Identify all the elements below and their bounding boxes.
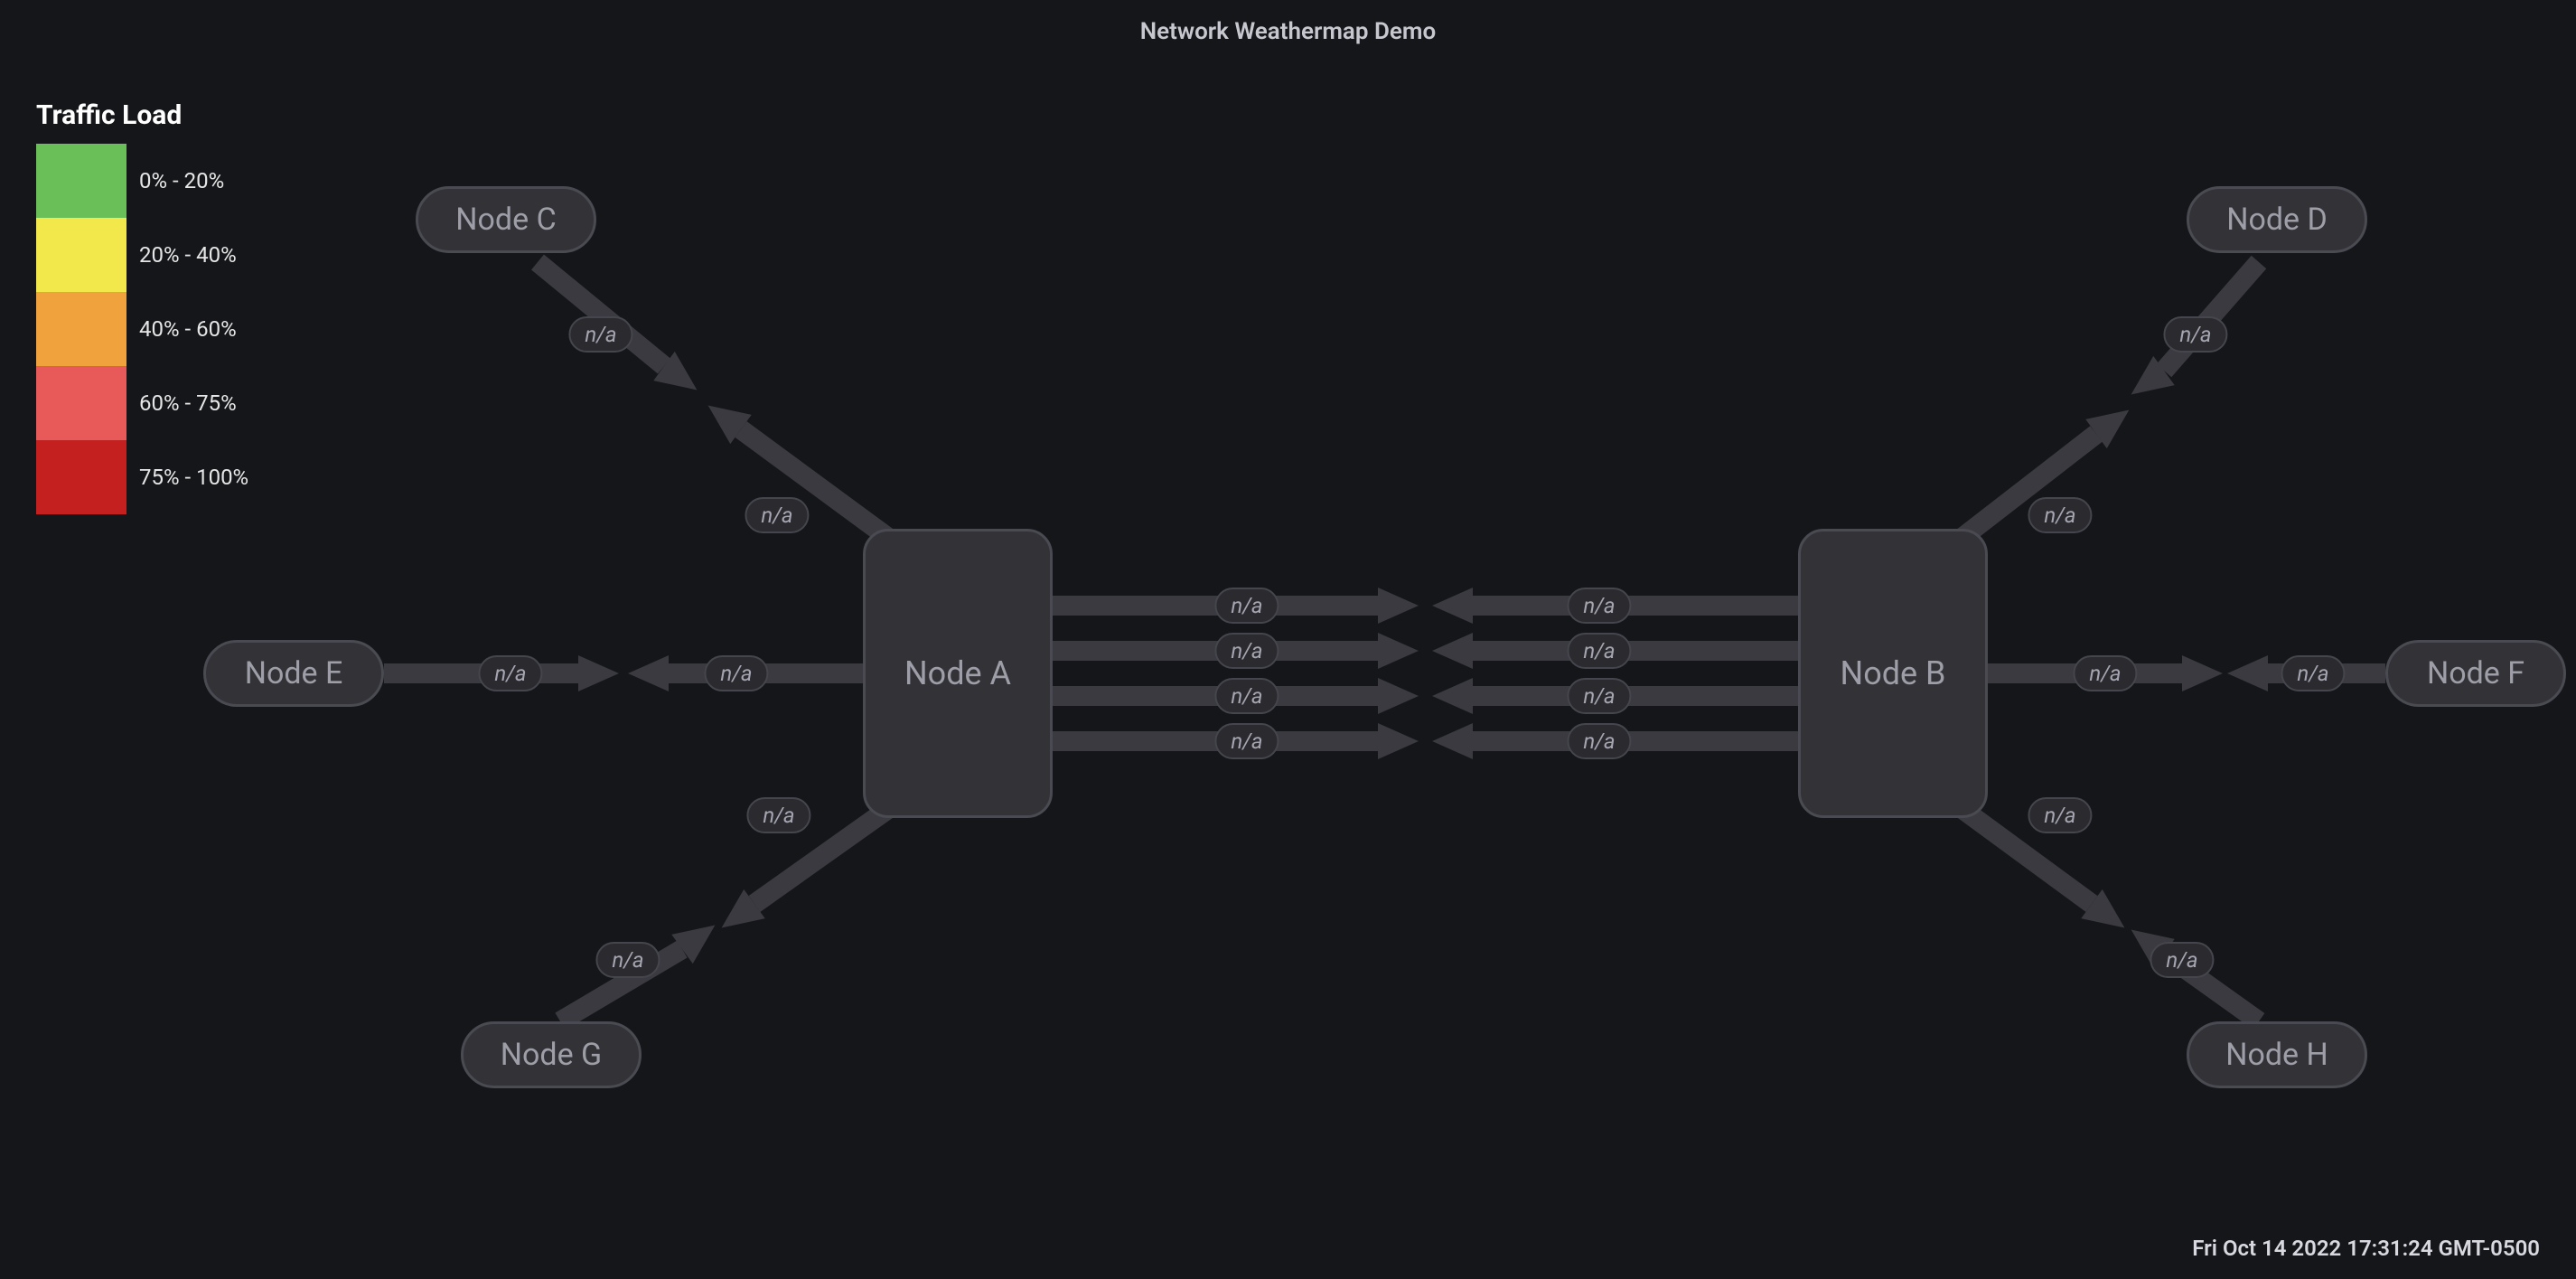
link-a-g[interactable] bbox=[560, 804, 895, 1021]
link-a-g-g-value: n/a bbox=[595, 942, 660, 978]
link-b-h-h-value: n/a bbox=[2150, 942, 2214, 978]
node-b[interactable]: Node B bbox=[1798, 529, 1988, 818]
link-b-h-b-value: n/a bbox=[2028, 797, 2092, 833]
link-a-b-3[interactable] bbox=[1053, 678, 1798, 714]
node-h-label: Node H bbox=[2225, 1037, 2328, 1073]
node-a-label: Node A bbox=[904, 654, 1011, 692]
link-a-e[interactable] bbox=[384, 655, 863, 691]
node-d-label: Node D bbox=[2226, 202, 2328, 238]
node-g[interactable]: Node G bbox=[461, 1021, 642, 1088]
link-b-f-f-value: n/a bbox=[2281, 655, 2345, 691]
link-b-f-b-value: n/a bbox=[2073, 655, 2137, 691]
link-a-b-1[interactable] bbox=[1053, 588, 1798, 624]
node-e[interactable]: Node E bbox=[203, 640, 384, 707]
link-a-e-e-value: n/a bbox=[478, 655, 542, 691]
node-c[interactable]: Node C bbox=[416, 186, 596, 253]
link-a-g-a-value: n/a bbox=[746, 797, 810, 833]
node-d[interactable]: Node D bbox=[2187, 186, 2367, 253]
node-g-label: Node G bbox=[501, 1037, 602, 1073]
link-a-c[interactable] bbox=[538, 262, 895, 542]
link-b-h[interactable] bbox=[1956, 804, 2259, 1021]
link-b-d[interactable] bbox=[1956, 262, 2259, 542]
node-f[interactable]: Node F bbox=[2385, 640, 2566, 707]
link-a-b-1-b-value: n/a bbox=[1567, 588, 1631, 624]
link-a-b-4-a-value: n/a bbox=[1214, 723, 1279, 759]
link-a-b-3-b-value: n/a bbox=[1567, 678, 1631, 714]
link-a-b-2-b-value: n/a bbox=[1567, 633, 1631, 669]
node-f-label: Node F bbox=[2427, 655, 2524, 691]
weathermap-canvas: Network Weathermap Demo Traffic Load 0% … bbox=[0, 0, 2576, 1279]
link-a-e-a-value: n/a bbox=[704, 655, 768, 691]
link-a-b-4-b-value: n/a bbox=[1567, 723, 1631, 759]
node-e-label: Node E bbox=[245, 655, 343, 691]
link-a-c-a-value: n/a bbox=[745, 497, 809, 533]
link-a-b-4[interactable] bbox=[1053, 723, 1798, 759]
link-b-d-b-value: n/a bbox=[2028, 497, 2092, 533]
link-a-b-1-a-value: n/a bbox=[1214, 588, 1279, 624]
link-a-b-3-a-value: n/a bbox=[1214, 678, 1279, 714]
link-layer bbox=[0, 0, 2576, 1279]
link-b-d-d-value: n/a bbox=[2163, 316, 2227, 353]
node-a[interactable]: Node A bbox=[863, 529, 1053, 818]
link-a-b-2-a-value: n/a bbox=[1214, 633, 1279, 669]
link-a-c-c-value: n/a bbox=[568, 316, 632, 353]
link-a-b-2[interactable] bbox=[1053, 633, 1798, 669]
node-h[interactable]: Node H bbox=[2187, 1021, 2367, 1088]
node-b-label: Node B bbox=[1841, 654, 1946, 692]
node-c-label: Node C bbox=[455, 202, 556, 238]
